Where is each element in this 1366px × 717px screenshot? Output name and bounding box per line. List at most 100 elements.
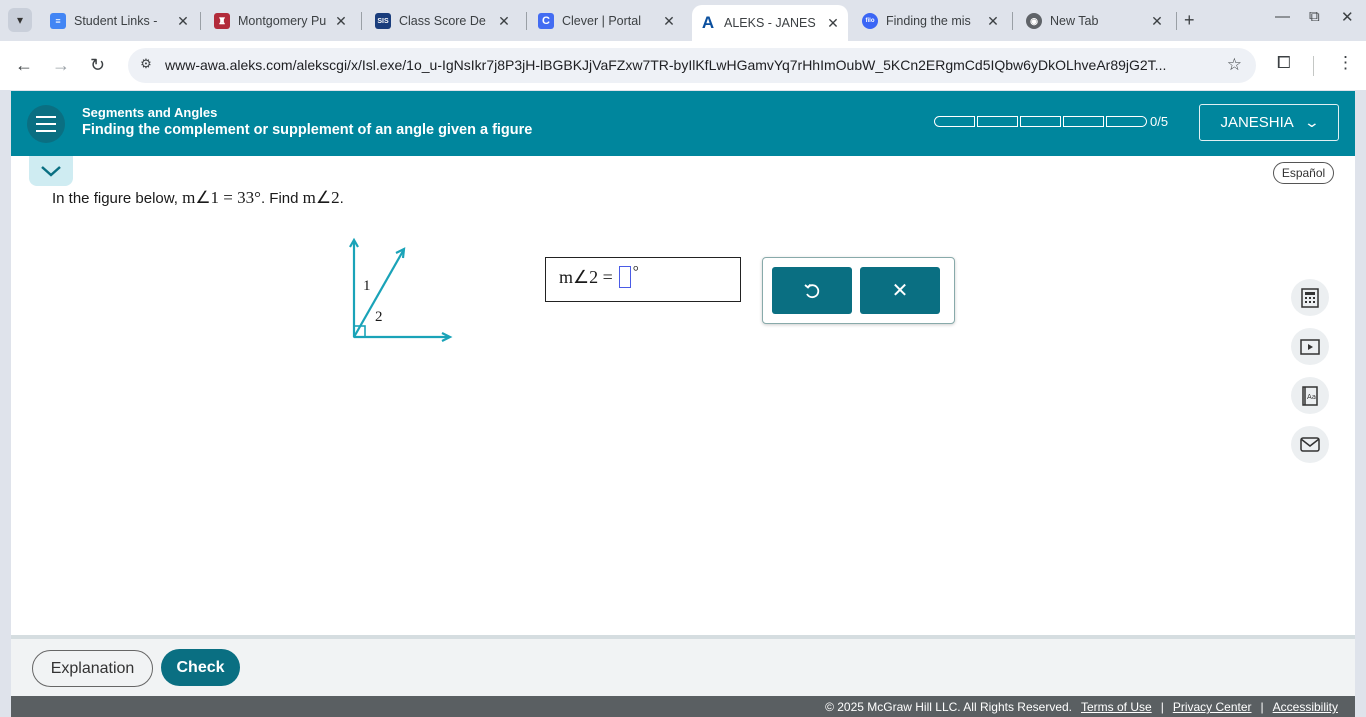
calculator-icon xyxy=(1301,287,1319,308)
mail-icon xyxy=(1300,437,1320,452)
video-play-icon xyxy=(1300,338,1320,355)
browser-tab-strip: ▾ ≡ Student Links - ✕ ♜ Montgomery Pu ✕ … xyxy=(0,0,1366,41)
explanation-button[interactable]: Explanation xyxy=(32,650,153,687)
tab-title: Clever | Portal xyxy=(562,14,641,28)
progress-segment xyxy=(1020,116,1061,127)
tab-title: New Tab xyxy=(1050,14,1099,28)
question-suffix: . xyxy=(339,190,344,207)
topic-header: Segments and Angles Finding the compleme… xyxy=(11,91,1355,156)
filo-icon: filo xyxy=(862,13,878,29)
close-icon: ✕ xyxy=(891,280,909,302)
dictionary-icon: Aa xyxy=(1302,385,1318,406)
angle-1-label: 1 xyxy=(363,278,371,294)
close-icon[interactable]: ✕ xyxy=(984,13,1002,30)
progress-segment xyxy=(1063,116,1104,127)
tab-title: Montgomery Pu xyxy=(238,14,327,28)
tab-title: Finding the mis xyxy=(886,14,971,28)
back-icon[interactable]: ← xyxy=(15,55,33,76)
answer-toolbox: ✕ xyxy=(762,257,955,324)
answer-input[interactable] xyxy=(618,266,631,288)
tab-title: Class Score De xyxy=(399,14,486,28)
tab-title: ALEKS - JANES xyxy=(724,16,816,30)
degree-unit: ° xyxy=(632,263,639,280)
privacy-link[interactable]: Privacy Center xyxy=(1173,700,1252,714)
close-icon[interactable]: ✕ xyxy=(332,13,350,30)
tab-montgomery[interactable]: ♜ Montgomery Pu ✕ xyxy=(206,6,356,36)
new-tab-icon[interactable]: + xyxy=(1184,10,1195,31)
spanish-toggle-button[interactable]: Español xyxy=(1273,162,1334,184)
undo-icon xyxy=(804,283,820,298)
window-close-icon[interactable]: ✕ xyxy=(1341,8,1354,26)
aleks-page: Segments and Angles Finding the compleme… xyxy=(11,91,1355,717)
collapse-header-button[interactable] xyxy=(29,156,73,186)
tab-finding[interactable]: filo Finding the mis ✕ xyxy=(854,6,1008,36)
chrome-icon: ◉ xyxy=(1026,13,1042,29)
reload-icon[interactable]: ↻ xyxy=(90,55,105,76)
check-button[interactable]: Check xyxy=(161,649,240,686)
copyright-text: © 2025 McGraw Hill LLC. All Rights Reser… xyxy=(825,700,1072,714)
dictionary-button[interactable]: Aa xyxy=(1291,377,1329,414)
question-find: m∠2 xyxy=(302,188,340,207)
tab-title: Student Links - xyxy=(74,14,158,28)
answer-box: m∠2 = ° xyxy=(545,257,741,302)
chevron-down-icon: ⌄ xyxy=(1303,114,1320,130)
progress-segment xyxy=(934,116,975,127)
address-bar[interactable]: ⚙ www-awa.aleks.com/alekscgi/x/Isl.exe/1… xyxy=(128,48,1256,83)
angle-2-label: 2 xyxy=(375,309,383,325)
angle-figure: 1 2 xyxy=(349,237,453,342)
close-icon[interactable]: ✕ xyxy=(660,13,678,30)
action-bar: Explanation Check xyxy=(11,639,1355,696)
tab-student-links[interactable]: ≡ Student Links - ✕ xyxy=(42,6,198,36)
browser-toolbar: ← → ↻ ⚙ www-awa.aleks.com/alekscgi/x/Isl… xyxy=(0,41,1366,90)
question-given: m∠1 = 33° xyxy=(182,188,261,207)
calculator-button[interactable] xyxy=(1291,279,1329,316)
forward-icon[interactable]: → xyxy=(52,55,70,76)
bookmark-star-icon[interactable]: ☆ xyxy=(1227,55,1242,75)
close-icon[interactable]: ✕ xyxy=(495,13,513,30)
close-icon[interactable]: ✕ xyxy=(824,15,842,32)
browser-menu-icon[interactable]: ⋮ xyxy=(1337,53,1354,73)
close-icon[interactable]: ✕ xyxy=(174,13,192,30)
aleks-icon: A xyxy=(701,13,715,32)
sis-icon: SIS xyxy=(375,13,391,29)
video-button[interactable] xyxy=(1291,328,1329,365)
answer-expression: m∠2 = ° xyxy=(559,263,639,288)
menu-icon[interactable] xyxy=(27,105,65,143)
restore-icon[interactable]: ⧉ xyxy=(1309,8,1320,25)
chevron-down-icon xyxy=(41,166,61,177)
url-text[interactable]: www-awa.aleks.com/alekscgi/x/Isl.exe/1o_… xyxy=(165,57,1205,73)
tab-aleks[interactable]: A ALEKS - JANES ✕ xyxy=(692,5,848,41)
progress-count: 0/5 xyxy=(1150,114,1169,129)
message-button[interactable] xyxy=(1291,426,1329,463)
question-prefix: In the figure below, xyxy=(52,190,183,207)
progress-segment xyxy=(1106,116,1147,127)
side-toolbar: Aa xyxy=(1291,279,1329,463)
topic-title: Segments and Angles xyxy=(82,105,218,120)
progress-bar xyxy=(934,116,1147,127)
terms-link[interactable]: Terms of Use xyxy=(1081,700,1152,714)
footer: © 2025 McGraw Hill LLC. All Rights Reser… xyxy=(11,696,1355,717)
svg-text:Aa: Aa xyxy=(1307,393,1316,401)
tab-search-icon[interactable]: ▾ xyxy=(8,8,32,32)
footer-separator: | xyxy=(1260,700,1264,714)
question-text: In the figure below, m∠1 = 33°. Find m∠2… xyxy=(52,188,344,208)
user-menu-button[interactable]: JANESHIA ⌄ xyxy=(1199,104,1339,141)
docs-icon: ≡ xyxy=(50,13,66,29)
user-name: JANESHIA xyxy=(1220,114,1294,131)
tab-new-tab[interactable]: ◉ New Tab ✕ xyxy=(1018,6,1172,36)
question-middle: . Find xyxy=(260,190,303,207)
accessibility-link[interactable]: Accessibility xyxy=(1273,700,1338,714)
subtopic-title: Finding the complement or supplement of … xyxy=(82,122,533,138)
minimize-icon[interactable]: — xyxy=(1275,8,1290,25)
school-icon: ♜ xyxy=(214,13,230,29)
tab-class-score[interactable]: SIS Class Score De ✕ xyxy=(367,6,519,36)
close-icon[interactable]: ✕ xyxy=(1148,13,1166,30)
undo-button[interactable] xyxy=(772,267,852,314)
extensions-icon[interactable]: ⧠ xyxy=(1277,53,1291,73)
clear-button[interactable]: ✕ xyxy=(860,267,940,314)
site-settings-icon[interactable]: ⚙ xyxy=(136,56,156,76)
tab-clever[interactable]: C Clever | Portal ✕ xyxy=(530,6,684,36)
answer-prefix: m∠2 = xyxy=(559,266,613,287)
progress-segment xyxy=(977,116,1018,127)
footer-separator: | xyxy=(1160,700,1164,714)
